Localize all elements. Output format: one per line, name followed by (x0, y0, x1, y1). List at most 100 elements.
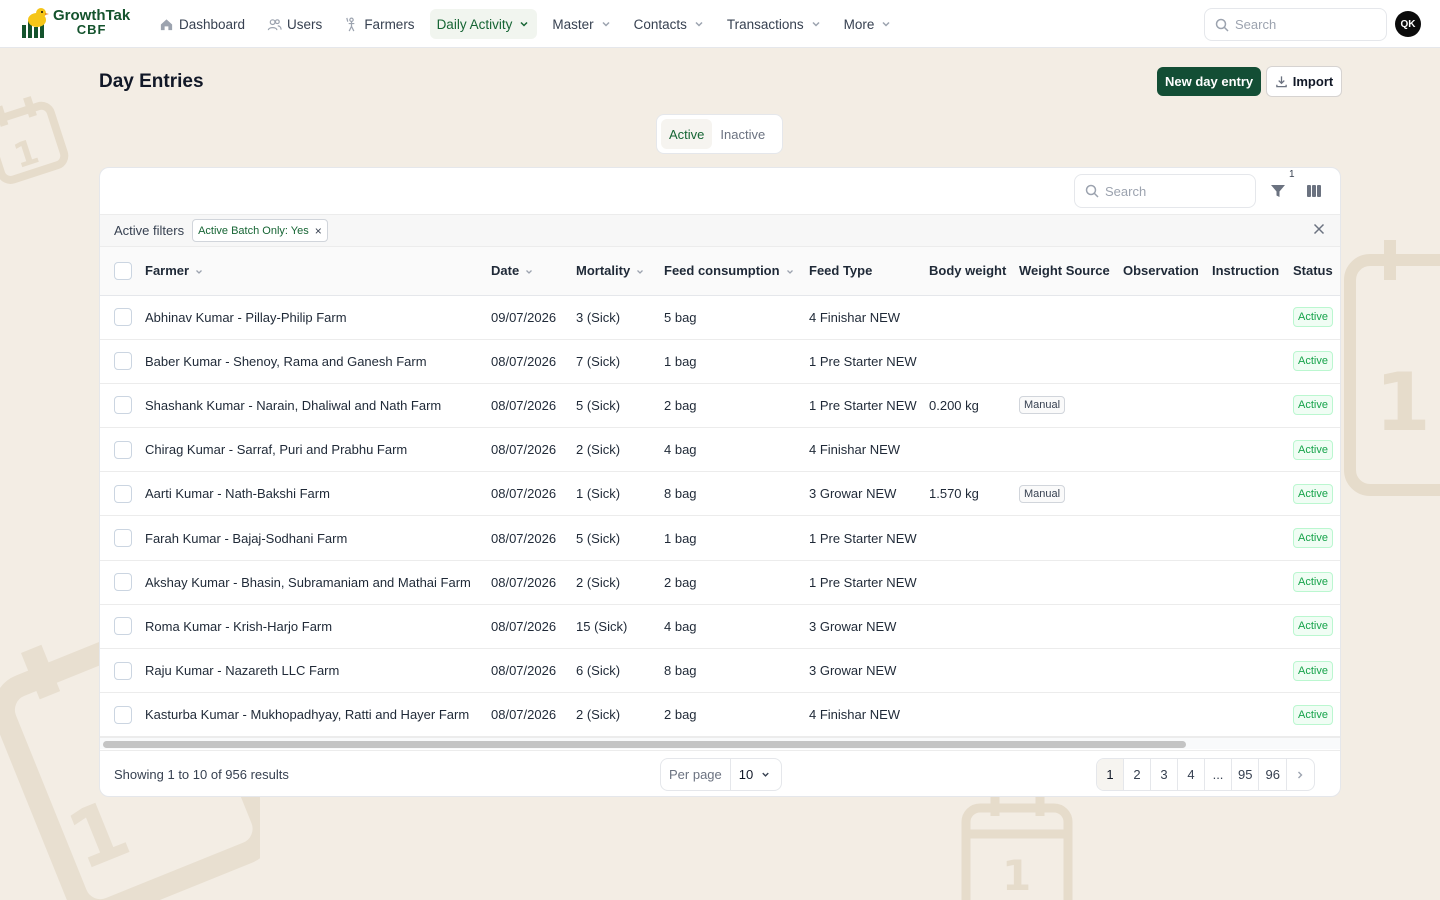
column-header-body-weight: Body weight (929, 247, 1019, 296)
cell-farmer: Aarti Kumar - Nath-Bakshi Farm (145, 486, 330, 502)
cell-body-weight (929, 693, 1019, 737)
nav-contacts-label: Contacts (633, 16, 687, 32)
download-icon (1275, 76, 1287, 88)
columns-icon[interactable] (1305, 182, 1323, 200)
nav-dashboard-label: Dashboard (179, 16, 246, 32)
day-entries-table-card: 1 Active filters Active Batch Only: Yes … (99, 167, 1341, 797)
table-search-input[interactable] (1105, 183, 1245, 199)
cell-mortality: 3 (Sick) (576, 309, 621, 325)
cell-date: 08/07/2026 (491, 530, 557, 546)
global-search[interactable] (1204, 8, 1387, 41)
table-row[interactable]: Kasturba Kumar - Mukhopadhyay, Ratti and… (100, 693, 1340, 737)
next-page-button[interactable] (1287, 759, 1314, 790)
nav-farmers-label: Farmers (364, 16, 415, 32)
cell-feed-type: 1 Pre Starter NEW (809, 353, 917, 369)
global-search-input[interactable] (1235, 17, 1375, 32)
nav-daily-activity[interactable]: Daily Activity (429, 9, 538, 39)
weight-source-badge: Manual (1019, 396, 1066, 415)
row-checkbox[interactable] (114, 705, 132, 724)
sort-icon (637, 269, 644, 274)
per-page-select[interactable]: Per page 10 (660, 758, 782, 791)
nav-transactions[interactable]: Transactions (720, 9, 829, 39)
cell-observation (1123, 516, 1212, 560)
column-header-date[interactable]: Date (491, 247, 576, 296)
table-row[interactable]: Abhinav Kumar - Pillay-Philip Farm 09/07/… (100, 295, 1340, 340)
cell-feed-type: 4 Finishar NEW (809, 309, 901, 325)
filter-icon[interactable] (1269, 182, 1287, 200)
page-button[interactable]: 2 (1124, 759, 1151, 790)
table-footer: Showing 1 to 10 of 956 results Per page … (100, 750, 1340, 796)
brand-logo-link[interactable]: GrowthTak CBF (20, 7, 130, 39)
table-row[interactable]: Baber Kumar - Shenoy, Rama and Ganesh Fa… (100, 339, 1340, 384)
tab-active[interactable]: Active (661, 119, 713, 149)
table-row[interactable]: Shashank Kumar - Narain, Dhaliwal and Na… (100, 383, 1340, 428)
cell-feed-type: 1 Pre Starter NEW (809, 574, 917, 590)
table-row[interactable]: Chirag Kumar - Sarraf, Puri and Prabhu F… (100, 428, 1340, 472)
nav-more[interactable]: More (837, 9, 900, 39)
row-checkbox[interactable] (114, 484, 132, 503)
cell-observation (1123, 295, 1212, 339)
cell-date: 08/07/2026 (491, 574, 557, 590)
column-header-mortality[interactable]: Mortality (576, 247, 664, 296)
clear-filters-icon[interactable] (1312, 222, 1326, 236)
nav-farmers[interactable]: Farmers (337, 9, 421, 39)
cell-weight-source (1019, 693, 1123, 737)
page-button[interactable]: 3 (1151, 759, 1178, 790)
page-button[interactable]: 96 (1259, 759, 1287, 790)
cell-status: Active (1293, 472, 1340, 516)
nav-master[interactable]: Master (545, 9, 618, 39)
active-filters-bar: Active filters Active Batch Only: Yes × (100, 215, 1340, 247)
row-checkbox[interactable] (114, 396, 132, 415)
row-checkbox[interactable] (114, 617, 132, 636)
cell-feed-type: 3 Growar NEW (809, 663, 897, 679)
cell-body-weight (929, 516, 1019, 560)
page-button[interactable]: 95 (1232, 759, 1260, 790)
sort-icon (526, 269, 533, 274)
background-calendar-icon: 1 (0, 90, 70, 190)
row-checkbox[interactable] (114, 529, 132, 548)
table-row[interactable]: Aarti Kumar - Nath-Bakshi Farm 08/07/2026… (100, 472, 1340, 516)
table-row[interactable]: Roma Kumar - Krish-Harjo Farm 08/07/2026 1… (100, 604, 1340, 649)
row-checkbox[interactable] (114, 308, 132, 327)
cell-mortality: 5 (Sick) (576, 397, 621, 413)
nav-dashboard[interactable]: Dashboard (152, 9, 252, 39)
column-header-farmer[interactable]: Farmer (145, 247, 491, 296)
remove-filter-icon[interactable]: × (315, 224, 322, 238)
table-row[interactable]: Farah Kumar - Bajaj-Sodhani Farm 08/07/20… (100, 516, 1340, 561)
nav-users-label: Users (287, 16, 323, 32)
status-badge: Active (1293, 616, 1333, 637)
row-checkbox[interactable] (114, 440, 132, 459)
nav-contacts[interactable]: Contacts (627, 9, 712, 39)
cell-date: 08/07/2026 (491, 618, 557, 634)
new-day-entry-button[interactable]: New day entry (1157, 67, 1262, 96)
cell-body-weight (929, 604, 1019, 648)
nav-users[interactable]: Users (260, 9, 329, 39)
svg-text:1: 1 (1375, 356, 1431, 449)
top-navbar: GrowthTak CBF Dashboard Users Farmers Da… (0, 0, 1440, 48)
status-badge: Active (1293, 351, 1333, 372)
status-badge: Active (1293, 528, 1333, 549)
page-button[interactable]: 4 (1178, 759, 1205, 790)
status-badge: Active (1293, 395, 1333, 416)
cell-feed-type: 4 Finishar NEW (809, 707, 901, 723)
cell-weight-source (1019, 604, 1123, 648)
row-checkbox[interactable] (114, 352, 132, 371)
select-all-checkbox[interactable] (114, 261, 132, 280)
column-header-feed-consumption[interactable]: Feed consumption (664, 247, 809, 296)
table-row[interactable]: Raju Kumar - Nazareth LLC Farm 08/07/2026… (100, 649, 1340, 693)
cell-mortality: 2 (Sick) (576, 707, 621, 723)
import-button[interactable]: Import (1266, 66, 1342, 97)
brand-subtitle: CBF (76, 22, 107, 37)
table-search[interactable] (1074, 174, 1256, 208)
horizontal-scrollbar[interactable] (100, 737, 1340, 749)
cell-observation (1123, 649, 1212, 693)
per-page-value[interactable]: 10 (731, 767, 771, 782)
scrollbar-thumb[interactable] (103, 741, 1186, 748)
row-checkbox[interactable] (114, 661, 132, 680)
user-avatar[interactable]: QK (1395, 11, 1421, 37)
cell-feed: 2 bag (664, 707, 697, 723)
page-button[interactable]: 1 (1097, 759, 1124, 790)
tab-inactive[interactable]: Inactive (712, 119, 773, 149)
table-row[interactable]: Akshay Kumar - Bhasin, Subramaniam and M… (100, 560, 1340, 605)
row-checkbox[interactable] (114, 573, 132, 592)
